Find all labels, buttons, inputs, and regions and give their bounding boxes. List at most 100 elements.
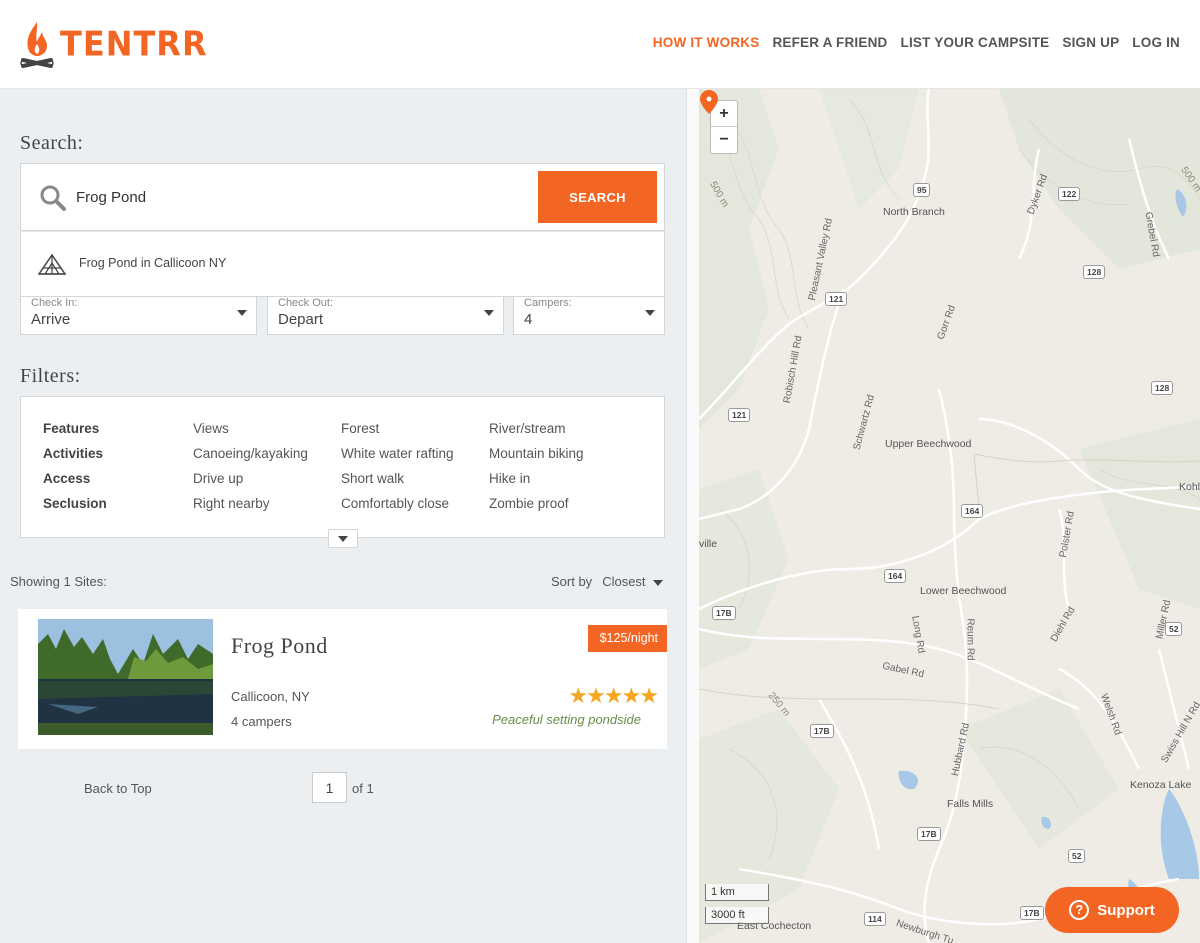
check-in-select[interactable]: Check In: Arrive: [20, 297, 257, 335]
caret-down-icon: [237, 310, 247, 316]
scale-ft: 3000 ft: [705, 907, 769, 924]
campers-value: 4: [524, 311, 533, 328]
caret-down-icon: [338, 536, 348, 542]
site-header: TENTRR HOW IT WORKS REFER A FRIEND LIST …: [0, 0, 1200, 89]
route-shield: 52: [1165, 622, 1183, 636]
map-base: [699, 89, 1200, 943]
route-shield: 17B: [1020, 906, 1044, 920]
scale-km: 1 km: [705, 884, 769, 901]
results-count: Showing 1 Sites:: [10, 574, 107, 589]
place-label: Falls Mills: [947, 798, 994, 810]
filter-option[interactable]: Hike in: [489, 471, 637, 486]
route-shield: 17B: [712, 606, 736, 620]
place-label: Lower Beechwood: [920, 585, 1007, 597]
result-tagline: Peaceful setting pondside: [492, 712, 641, 727]
filter-option[interactable]: Views: [193, 421, 341, 436]
route-shield: 128: [1151, 381, 1174, 395]
route-shield: 121: [728, 408, 751, 422]
place-label: Kenoza Lake: [1130, 779, 1192, 791]
sort-value: Closest: [602, 574, 646, 589]
main-nav: HOW IT WORKS REFER A FRIEND LIST YOUR CA…: [653, 35, 1180, 50]
result-card[interactable]: Frog Pond Callicoon, NY 4 campers $125/n…: [18, 609, 667, 749]
check-out-select[interactable]: Check Out: Depart: [267, 297, 504, 335]
filter-heading: Access: [43, 471, 91, 486]
result-location: Callicoon, NY: [231, 689, 310, 704]
route-shield: 164: [961, 504, 984, 518]
nav-sign-up[interactable]: SIGN UP: [1062, 35, 1119, 50]
filter-option[interactable]: River/stream: [489, 421, 637, 436]
campsite-photo: [38, 619, 213, 735]
suggestion-text: Frog Pond in Callicoon NY: [79, 256, 227, 270]
check-in-value: Arrive: [31, 311, 71, 328]
filter-row-seclusion: Seclusion Right nearby Comfortably close…: [43, 496, 637, 511]
caret-down-icon: [484, 310, 494, 316]
panel-divider: [686, 89, 699, 943]
filter-row-access: Access Drive up Short walk Hike in: [43, 471, 637, 486]
search-suggestion[interactable]: Frog Pond in Callicoon NY: [20, 231, 665, 297]
check-in-label: Check In:: [31, 297, 78, 309]
nav-log-in[interactable]: LOG IN: [1132, 35, 1180, 50]
route-shield: 122: [1058, 187, 1081, 201]
filter-option[interactable]: Short walk: [341, 471, 489, 486]
price-badge: $125/night: [587, 625, 667, 652]
route-shield: 121: [825, 292, 848, 306]
support-button[interactable]: ? Support: [1045, 887, 1179, 933]
route-shield: 128: [1083, 265, 1106, 279]
check-out-value: Depart: [278, 311, 324, 328]
map-view[interactable]: + − North Branch Upper Beechwood Lower B…: [699, 89, 1200, 943]
filter-option[interactable]: Forest: [341, 421, 489, 436]
back-to-top-link[interactable]: Back to Top: [84, 781, 152, 796]
route-shield: 164: [884, 569, 907, 583]
filter-option[interactable]: White water rafting: [341, 446, 489, 461]
page-number-input[interactable]: [312, 772, 347, 803]
sort-select[interactable]: Closest: [602, 574, 663, 589]
sort-label: Sort by: [551, 574, 593, 589]
road-label: Reum Rd: [964, 618, 976, 661]
search-icon: [40, 185, 66, 211]
filters-title: Filters:: [20, 365, 81, 387]
support-label: Support: [1097, 901, 1155, 919]
filter-option[interactable]: Right nearby: [193, 496, 341, 511]
filters-panel: Features Views Forest River/stream Activ…: [20, 396, 665, 538]
check-out-label: Check Out:: [278, 297, 334, 309]
route-shield: 95: [913, 183, 931, 197]
place-label: ville: [699, 538, 718, 550]
filter-option[interactable]: Canoeing/kayaking: [193, 446, 341, 461]
zoom-out-button[interactable]: −: [711, 127, 737, 153]
nav-refer-a-friend[interactable]: REFER A FRIEND: [772, 35, 887, 50]
filter-option[interactable]: Drive up: [193, 471, 341, 486]
route-shield: 17B: [917, 827, 941, 841]
route-shield: 114: [864, 912, 886, 926]
help-icon: ?: [1069, 900, 1090, 920]
search-title: Search:: [20, 132, 84, 154]
filter-heading: Features: [43, 421, 100, 436]
filter-option[interactable]: Zombie proof: [489, 496, 637, 511]
tent-icon: [37, 253, 67, 275]
campers-label: Campers:: [524, 297, 572, 309]
campfire-icon: [20, 22, 54, 68]
logo-text: TENTRR: [60, 24, 208, 64]
result-name[interactable]: Frog Pond: [231, 633, 328, 659]
map-pin-icon[interactable]: [699, 89, 719, 115]
filter-option[interactable]: Mountain biking: [489, 446, 637, 461]
filter-row-activities: Activities Canoeing/kayaking White water…: [43, 446, 637, 461]
filter-row-features: Features Views Forest River/stream: [43, 421, 637, 436]
search-box: SEARCH: [20, 163, 665, 231]
page-total: of 1: [352, 781, 374, 796]
nav-list-your-campsite[interactable]: LIST YOUR CAMPSITE: [901, 35, 1050, 50]
expand-filters-button[interactable]: [328, 529, 358, 548]
search-button[interactable]: SEARCH: [538, 171, 657, 223]
place-label: North Branch: [883, 206, 945, 218]
star-rating: ★★★★★: [568, 683, 659, 708]
place-label: Upper Beechwood: [885, 438, 972, 450]
place-label: Kohl: [1179, 481, 1200, 493]
search-input[interactable]: [76, 178, 526, 216]
caret-down-icon: [645, 310, 655, 316]
result-campers: 4 campers: [231, 714, 292, 729]
nav-how-it-works[interactable]: HOW IT WORKS: [653, 35, 760, 50]
campers-select[interactable]: Campers: 4: [513, 297, 665, 335]
sort-control[interactable]: Sort by Closest: [551, 574, 663, 589]
tentrr-logo[interactable]: TENTRR: [20, 20, 208, 68]
filter-option[interactable]: Comfortably close: [341, 496, 489, 511]
route-shield: 17B: [810, 724, 834, 738]
